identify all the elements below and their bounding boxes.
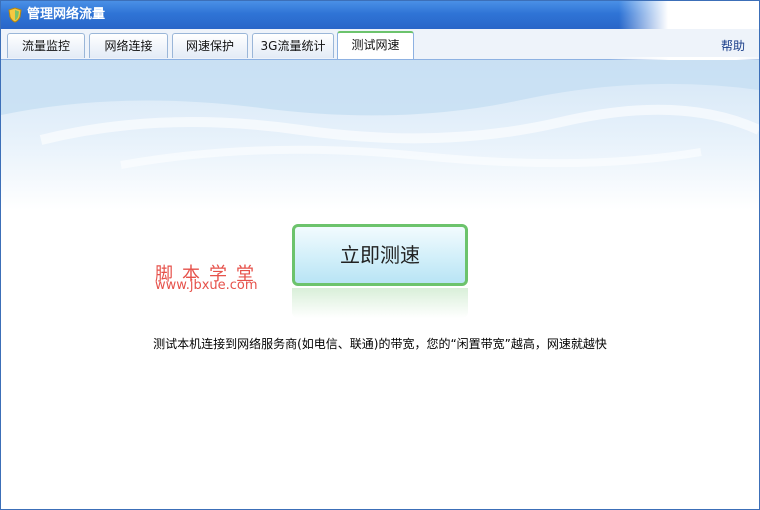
tab-traffic-monitor[interactable]: 流量监控 [7,33,85,58]
shield-icon [8,7,22,23]
tab-network-connections[interactable]: 网络连接 [89,33,168,58]
speed-test-description: 测试本机连接到网络服务商(如电信、联通)的带宽，您的“闲置带宽”越高，网速就越快 [153,337,607,351]
tab-speed-test[interactable]: 测试网速 [337,31,414,59]
title-bar[interactable]: 管理网络流量 [1,1,759,29]
tab-bar: 流量监控 网络连接 网速保护 3G流量统计 测试网速 帮助 [1,29,759,87]
window-controls-area [619,1,759,29]
speed-test-panel: 立即测速 脚本学堂 www.jbxue.com 测试本机连接到网络服务商(如电信… [1,60,759,509]
button-reflection [292,288,468,318]
help-link[interactable]: 帮助 [721,37,745,54]
watermark-url: www.jbxue.com [155,278,258,293]
cloud-decoration [1,60,759,169]
tab-3g-traffic-stats[interactable]: 3G流量统计 [252,33,334,58]
sky-background [1,60,759,210]
tab-speed-protection[interactable]: 网速保护 [172,33,248,58]
start-speed-test-button[interactable]: 立即测速 [292,224,468,286]
app-window: 管理网络流量 流量监控 网络连接 网速保护 3G流量统计 测试网速 帮助 立即测… [0,0,760,510]
window-title: 管理网络流量 [27,7,106,22]
